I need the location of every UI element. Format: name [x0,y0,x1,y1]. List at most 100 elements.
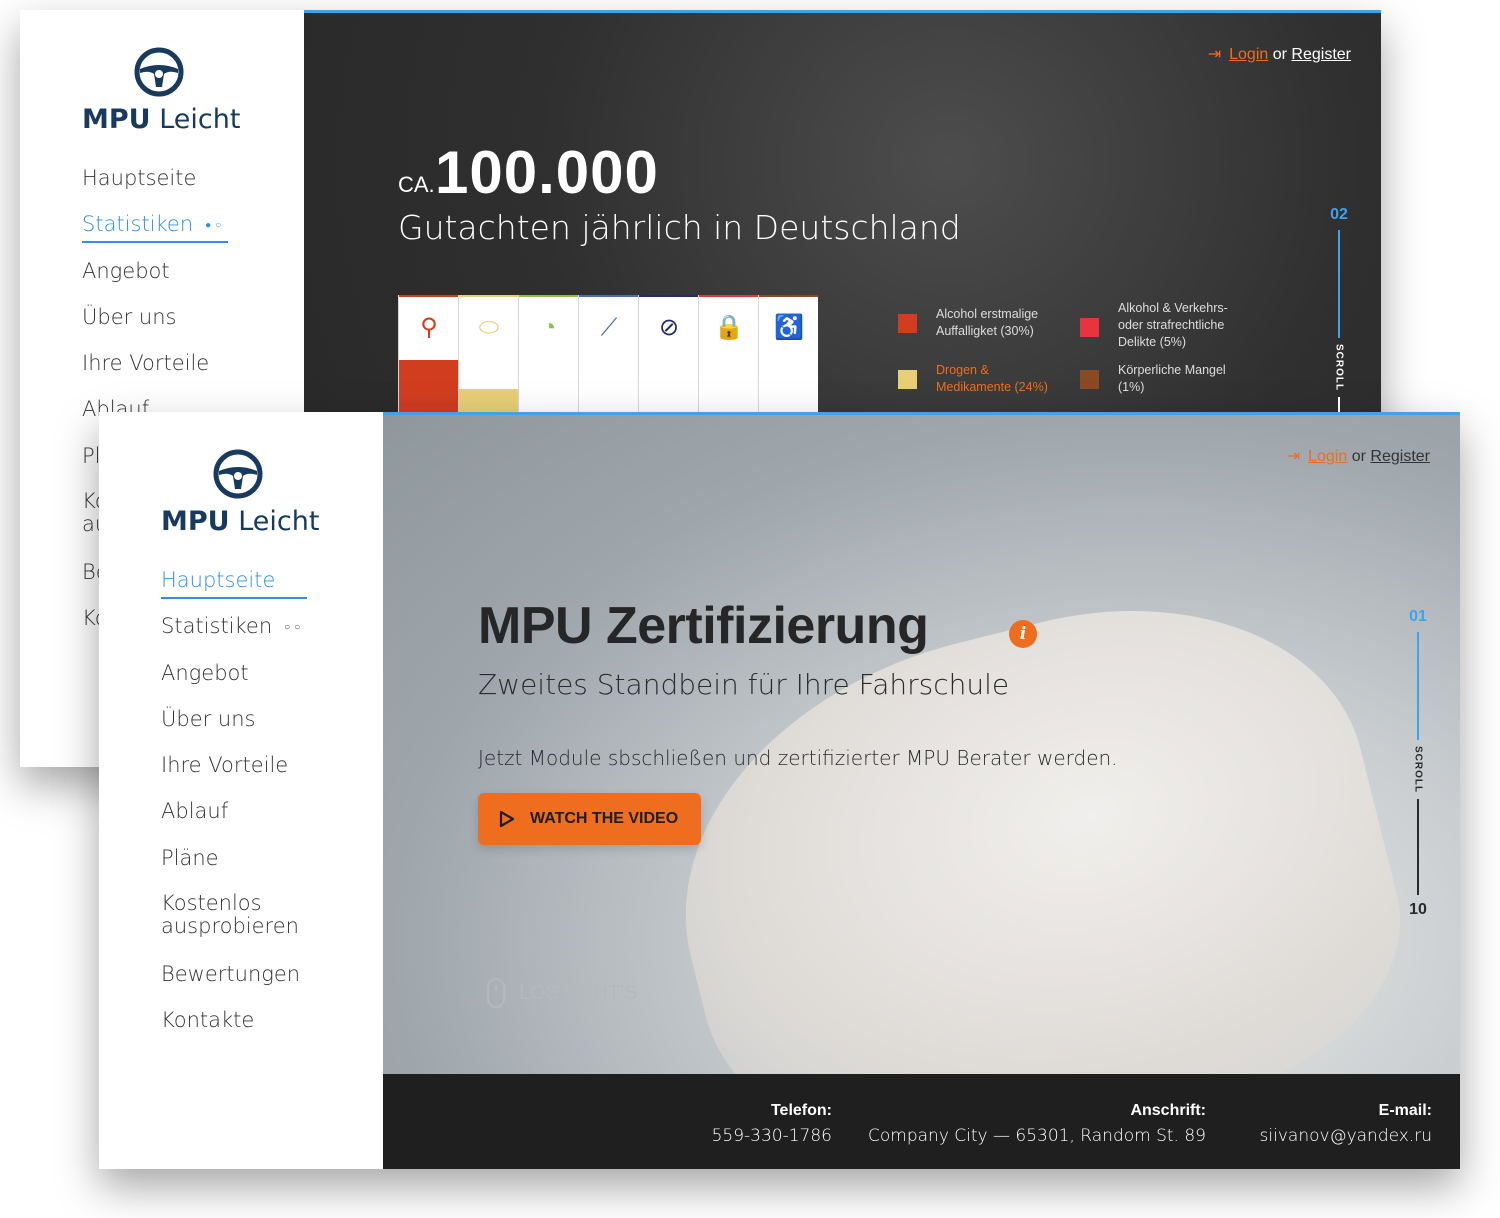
scroll-label: SCROLL [1333,344,1345,392]
nav-item-kostenlos[interactable]: Kostenlos ausprobieren [161,892,321,962]
scroll-current: 02 [1330,206,1348,223]
scroll-indicator: 01 SCROLL 10 [1406,608,1430,919]
watch-video-label: WATCH THE VIDEO [530,810,679,827]
login-link[interactable]: Login [1229,46,1268,63]
brand-logo[interactable]: MPU Leicht [161,506,319,537]
category-card-topbar [459,295,518,297]
auth-or: or [1351,448,1366,465]
stat-subtitle: Gutachten jährlich in Deutschland [398,208,961,247]
phone-value[interactable]: 559-330-1786 [712,1126,832,1146]
category-card-topbar [399,295,458,297]
legend-swatch [1080,318,1099,337]
footer-phone: Telefon: 559-330-1786 [712,1102,832,1146]
nav-item-ihre-vorteile[interactable]: Ihre Vorteile [161,753,321,799]
hero-title: MPU Zertifizierung [478,597,929,655]
sidebar: MPU Leicht Hauptseite Statistiken ○○ Ange… [99,412,383,1169]
stat-number: 100.000 [435,139,659,206]
scroll-down-link[interactable]: LOS GEHT'S [487,978,637,1008]
footer-email: E-mail: siivanov@yandex.ru [1260,1102,1432,1146]
play-icon [499,810,515,828]
prohibited-icon: ⊘ [658,314,680,341]
mouse-icon [487,978,505,1008]
category-cards: ⚲ ⬭ ◔ ⟋ ⊘ 🔒 ♿ [398,295,818,413]
submenu-dots-icon: ●○ [205,219,226,231]
bottle-icon: ⚲ [420,314,438,341]
pills-icon: ⬭ [478,314,500,341]
scroll-current: 01 [1409,608,1427,625]
legend-swatch [1080,370,1099,389]
category-card-topbar [519,295,578,297]
stat-prefix: CA. [398,172,435,197]
category-card[interactable]: ♿ [758,295,818,413]
scroll-label: SCROLL [1412,746,1424,794]
nav-item-ablauf[interactable]: Ablauf [161,799,321,845]
nav-item-angebot[interactable]: Angebot [161,661,321,707]
category-card-topbar [699,295,758,297]
top-accent-line [304,10,1381,13]
nav-item-uber-uns[interactable]: Über uns [82,305,242,351]
nav-item-uber-uns[interactable]: Über uns [161,707,321,753]
scroll-total: 10 [1409,901,1427,919]
footer-address: Anschrift: Company City — 65301, Random … [868,1102,1206,1146]
category-card[interactable]: ⊘ [638,295,698,413]
category-card-topbar [759,295,818,297]
login-arrow-icon: ⇥ [1207,46,1222,63]
auth-links: ⇥ Login or Register [1287,446,1430,466]
top-accent-line [383,412,1460,415]
scroll-track-line [1417,799,1419,896]
hero-text: Jetzt Module sbschließen und zertifizier… [478,746,1118,770]
nav-item-statistiken[interactable]: Statistiken ○○ [161,614,321,660]
category-fill-bar [399,360,458,413]
speedometer-icon: ◔ [541,314,557,341]
home-page-screenshot: MPU Leicht Hauptseite Statistiken ○○ Ange… [99,412,1460,1169]
auth-or: or [1272,46,1287,63]
scroll-indicator: 02 SCROLL [1327,206,1351,423]
syringe-icon: ⟋ [600,314,618,341]
lock-icon: 🔒 [714,314,744,341]
steering-wheel-logo-icon [213,449,263,499]
nav-item-hauptseite[interactable]: Hauptseite [82,166,242,212]
legend-text: Alcohol erstmalige Auffalligket (30%) [936,307,1039,338]
category-card[interactable]: ⟋ [578,295,638,413]
legend-text: Körperliche Mangel (1%) [1118,363,1226,394]
scroll-down-label: LOS GEHT'S [519,981,638,1004]
hero-main: ⇥ Login or Register MPU Zertifizierung i … [383,412,1460,1169]
nav-item-plane[interactable]: Pläne [161,846,321,892]
login-link[interactable]: Login [1308,448,1347,465]
hero-subtitle: Zweites Standbein für Ihre Fahrschule [478,668,1010,701]
nav-item-angebot[interactable]: Angebot [82,259,242,305]
category-card[interactable]: ⬭ [458,295,518,413]
login-arrow-icon: ⇥ [1286,448,1301,465]
nav-item-hauptseite[interactable]: Hauptseite [161,568,321,614]
nav-item-ihre-vorteile[interactable]: Ihre Vorteile [82,351,242,397]
email-value[interactable]: siivanov@yandex.ru [1260,1126,1432,1146]
category-card-topbar [579,295,638,297]
scroll-progress-line [1417,632,1419,740]
scroll-progress-line [1338,230,1340,338]
main-nav: Hauptseite Statistiken ○○ Angebot Über un… [161,568,321,1055]
nav-item-kontakte[interactable]: Kontakte [161,1008,321,1054]
brand-logo[interactable]: MPU Leicht [82,104,240,135]
register-link[interactable]: Register [1291,46,1351,63]
address-value: Company City — 65301, Random St. 89 [868,1126,1206,1146]
legend-swatch [898,314,917,333]
category-card[interactable]: ⚲ [398,295,458,413]
submenu-dots-icon: ○○ [284,621,305,633]
nav-item-bewertungen[interactable]: Bewertungen [161,962,321,1008]
nav-item-statistiken[interactable]: Statistiken ●○ [82,212,242,258]
legend-text: Drogen & Medikamente (24%) [936,363,1048,394]
phone-label: Telefon: [770,1102,832,1119]
info-icon[interactable]: i [1009,620,1037,648]
category-card[interactable]: 🔒 [698,295,758,413]
category-card-topbar [639,295,698,297]
footer: Telefon: 559-330-1786 Anschrift: Company… [383,1074,1460,1169]
register-link[interactable]: Register [1370,448,1430,465]
category-fill-bar [459,389,518,413]
category-card[interactable]: ◔ [518,295,578,413]
watch-video-button[interactable]: WATCH THE VIDEO [478,793,701,845]
email-label: E-mail: [1378,1102,1432,1119]
category-legend: Alcohol erstmalige Auffalligket (30%) Alko… [898,300,1258,410]
steering-wheel-logo-icon [134,47,184,97]
legend-swatch [898,370,917,389]
legend-text: Alkohol & Verkehrs-oder strafrechtliche D… [1118,301,1228,349]
